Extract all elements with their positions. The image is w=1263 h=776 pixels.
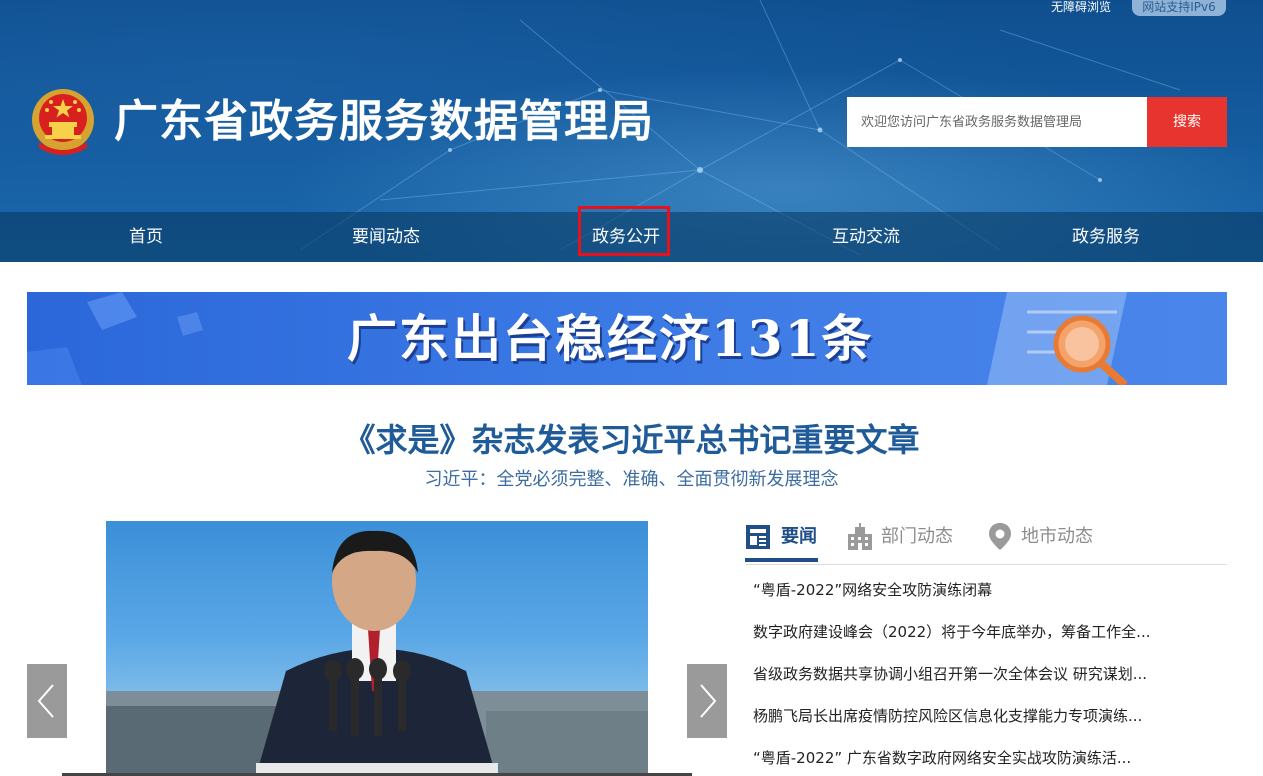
search-button[interactable]: 搜索 [1147,97,1227,147]
tab-headlines[interactable]: 要闻 [745,519,825,563]
tab-city-news-label: 地市动态 [1021,526,1093,547]
accessibility-link[interactable]: 无障碍浏览 [1051,0,1111,16]
tab-city-news[interactable]: 地市动态 [985,519,1105,563]
nav-item-services[interactable]: 政务服务 [1046,212,1166,262]
news-list-item[interactable]: “粤盾-2022”网络安全攻防演练闭幕 [753,578,1183,602]
nav-item-news[interactable]: 要闻动态 [326,212,446,262]
chevron-right-icon [700,684,717,718]
tab-department-news[interactable]: 部门动态 [845,519,965,563]
search-input[interactable] [847,97,1147,147]
slide-next-button[interactable] [687,664,727,738]
nav-highlight-box [578,206,670,256]
promo-banner[interactable]: 广东出台稳经济131条 [27,292,1227,385]
news-slide-image[interactable] [106,521,648,776]
nav-item-interaction[interactable]: 互动交流 [806,212,926,262]
tab-active-indicator [745,558,818,562]
building-icon [848,523,872,550]
news-list-item[interactable]: 杨鹏飞局长出席疫情防控风险区信息化支撑能力专项演练... [753,704,1183,728]
site-title: 广东省政务服务数据管理局 [114,96,654,147]
ipv6-badge: 网站支持IPv6 [1132,0,1226,16]
news-list-item[interactable]: “粤盾-2022” 广东省数字政府网络安全实战攻防演练活... [753,746,1183,770]
tab-department-news-label: 部门动态 [881,526,953,547]
national-emblem-icon [32,89,94,155]
slide-photo [106,530,648,776]
slide-prev-button[interactable] [27,664,67,738]
headline-title[interactable]: 《求是》杂志发表习近平总书记重要文章 [0,418,1263,462]
nav-item-home[interactable]: 首页 [86,212,206,262]
location-pin-icon [989,523,1011,550]
tab-headlines-label: 要闻 [781,526,817,547]
headline-subtitle[interactable]: 习近平：全党必须完整、准确、全面贯彻新发展理念 [0,467,1263,493]
news-list-item[interactable]: 省级政务数据共享协调小组召开第一次全体会议 研究谋划... [753,662,1183,686]
news-tabs: 要闻 部门动态 地市动态 [745,519,1227,565]
chevron-left-icon [37,684,54,718]
banner-headline: 广东出台稳经济131条 [347,309,874,368]
newspaper-icon [746,525,770,549]
news-list-item[interactable]: 数字政府建设峰会（2022）将于今年底举办，筹备工作全... [753,620,1183,644]
